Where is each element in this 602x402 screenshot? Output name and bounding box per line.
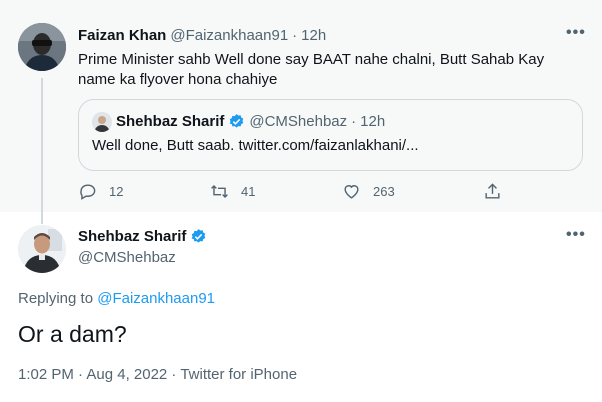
- parent-separator: ·: [292, 27, 298, 44]
- quoted-tweet-header: Shehbaz Sharif @CMShehbaz · 12h: [116, 113, 385, 130]
- parent-author-handle[interactable]: @Faizankhaan91: [170, 27, 288, 44]
- quoted-author-avatar: [92, 112, 112, 132]
- quoted-tweet-text: Well done, Butt saab. twitter.com/faizan…: [92, 137, 419, 154]
- more-icon[interactable]: •••: [566, 226, 586, 244]
- parent-author-name[interactable]: Faizan Khan: [78, 27, 166, 44]
- thread-connector-line: [41, 78, 43, 224]
- parent-tweet-header: Faizan Khan @Faizankhaan91 · 12h: [78, 27, 326, 44]
- quoted-author-name: Shehbaz Sharif: [116, 113, 225, 130]
- quoted-timestamp: 12h: [360, 113, 386, 130]
- share-button[interactable]: [483, 180, 502, 202]
- replying-to-label: Replying to: [18, 290, 94, 307]
- avatar-shehbaz-sharif[interactable]: [18, 225, 66, 273]
- retweet-button[interactable]: 41: [210, 180, 255, 202]
- more-icon[interactable]: •••: [566, 24, 586, 42]
- reply-button[interactable]: 12: [78, 180, 123, 202]
- quoted-author-handle: @CMShehbaz: [249, 113, 348, 130]
- parent-tweet-text: Prime Minister sahb Well done say BAAT n…: [78, 51, 545, 88]
- reply-count: 12: [109, 183, 124, 199]
- replying-to-line: Replying to @Faizankhaan91: [18, 290, 215, 307]
- reply-icon: [80, 183, 96, 200]
- verified-badge-icon[interactable]: [190, 228, 207, 245]
- main-tweet-text: Or a dam?: [18, 321, 127, 347]
- replying-to-handle-link[interactable]: @Faizankhaan91: [97, 290, 215, 307]
- main-author-handle[interactable]: @CMShehbaz: [78, 249, 176, 266]
- verified-badge-icon: [230, 114, 244, 128]
- retweet-icon: [211, 184, 228, 198]
- main-author-row: Shehbaz Sharif: [78, 228, 207, 245]
- like-button[interactable]: 263: [342, 180, 395, 202]
- retweet-count: 41: [241, 183, 256, 199]
- avatar-faizan-khan[interactable]: [18, 23, 66, 71]
- parent-timestamp[interactable]: 12h: [301, 27, 326, 44]
- quoted-separator: ·: [351, 113, 357, 130]
- like-icon: [344, 184, 359, 199]
- main-author-name[interactable]: Shehbaz Sharif: [78, 228, 186, 245]
- like-count: 263: [373, 183, 395, 199]
- main-tweet-meta[interactable]: 1:02 PM · Aug 4, 2022 · Twitter for iPho…: [18, 366, 297, 383]
- quoted-tweet-card[interactable]: [78, 99, 583, 171]
- share-icon: [485, 182, 500, 199]
